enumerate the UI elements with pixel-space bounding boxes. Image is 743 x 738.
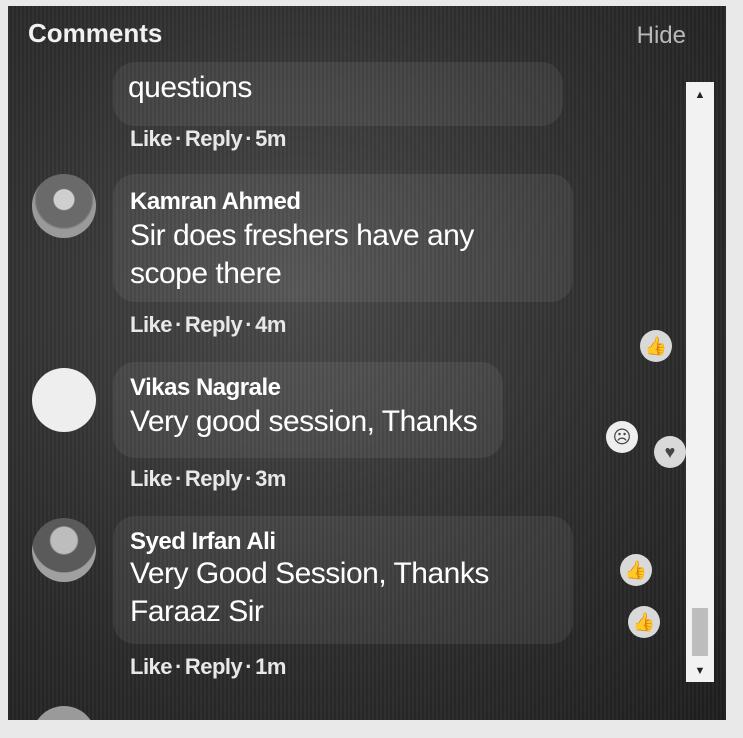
reply-button[interactable]: Reply <box>185 126 243 151</box>
thumbs-up-icon: 👍 <box>620 554 652 586</box>
separator: · <box>175 312 182 337</box>
separator: · <box>245 466 253 491</box>
scrollbar[interactable]: ▲ ▼ <box>686 82 714 682</box>
commenter-name[interactable]: Syed Irfan Ali <box>130 528 276 556</box>
commenter-name[interactable]: Vikas Nagrale <box>130 374 281 402</box>
comment-actions: Like · Reply · 3m <box>130 466 286 492</box>
separator: · <box>245 654 253 679</box>
like-button[interactable]: Like <box>130 654 173 679</box>
like-button[interactable]: Like <box>130 312 173 337</box>
up-arrow-icon[interactable]: ▲ <box>686 84 714 106</box>
reply-button[interactable]: Reply <box>185 312 243 337</box>
comment-time: 1m <box>255 654 286 679</box>
reply-button[interactable]: Reply <box>185 466 243 491</box>
separator: · <box>245 126 253 151</box>
thumbs-up-icon: 👍 <box>640 330 672 362</box>
comment-text: Sir does freshers have any <box>130 219 474 252</box>
heart-icon: ♥ <box>654 436 686 468</box>
scrollbar-thumb[interactable] <box>692 608 708 656</box>
avatar[interactable] <box>32 518 96 582</box>
comment-time: 3m <box>255 466 286 491</box>
comment-text: scope there <box>130 257 282 290</box>
comment-actions: Like · Reply · 5m <box>130 126 286 152</box>
comment-actions: Like · Reply · 1m <box>130 654 286 680</box>
down-arrow-icon[interactable]: ▼ <box>686 660 714 682</box>
avatar[interactable] <box>32 174 96 238</box>
like-button[interactable]: Like <box>130 466 173 491</box>
separator: · <box>245 312 253 337</box>
comment-text: Very Good Session, Thanks <box>130 557 489 590</box>
separator: · <box>175 654 182 679</box>
comment-text: Faraaz Sir <box>130 595 264 628</box>
comments-header: Comments Hide <box>8 6 726 60</box>
thumbs-up-icon: 👍 <box>628 606 660 638</box>
comments-title: Comments <box>28 18 163 48</box>
avatar[interactable] <box>32 368 96 432</box>
avatar[interactable] <box>32 706 96 720</box>
comments-panel: Comments Hide questions Like · Reply · 5m Ka… <box>8 6 726 720</box>
comment-text: questions <box>128 71 252 104</box>
comment-actions: Like · Reply · 4m <box>130 312 286 338</box>
sad-face-icon: ☹ <box>606 421 638 453</box>
separator: · <box>175 126 182 151</box>
comment-text: Very good session, Thanks <box>130 405 478 438</box>
hide-button[interactable]: Hide <box>637 22 686 50</box>
separator: · <box>175 466 182 491</box>
commenter-name[interactable]: Kamran Ahmed <box>130 188 301 216</box>
comment-time: 4m <box>255 312 286 337</box>
reply-button[interactable]: Reply <box>185 654 243 679</box>
comment-time: 5m <box>255 126 286 151</box>
like-button[interactable]: Like <box>130 126 173 151</box>
